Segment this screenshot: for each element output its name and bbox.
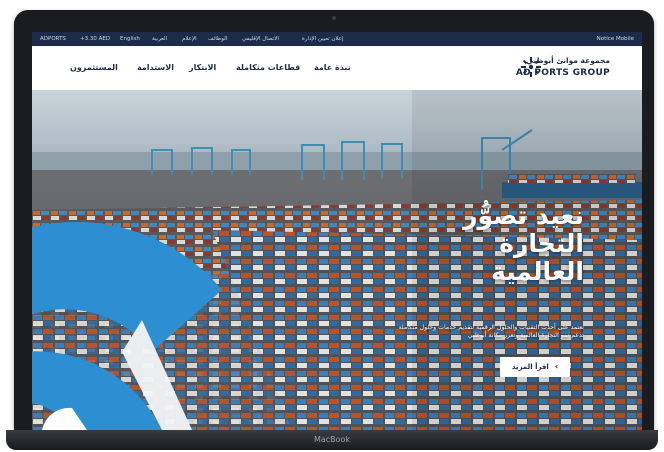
laptop-chin: MacBook <box>6 430 658 450</box>
site-header: نبذة عامة قطاعات متكاملة الابتكار الاستد… <box>32 46 642 90</box>
utility-right-label[interactable]: Notice Mobile <box>597 32 634 46</box>
camera-dot <box>332 16 336 20</box>
utility-share-price: +3.30 AED <box>80 36 111 42</box>
device-label: MacBook <box>313 435 351 444</box>
nav-item-investors[interactable]: المستثمرون <box>70 60 118 76</box>
hero-headline-line-1: نعيد تصوُّر <box>463 201 584 230</box>
utility-link-contact[interactable]: الاتصال الإقليمي <box>242 32 279 46</box>
laptop-screen: ADPORTS +3.30 AED English العربية الإعلا… <box>32 32 642 430</box>
read-more-button[interactable]: اقرأ المزيد ‹ <box>500 357 570 377</box>
utility-bar: ADPORTS +3.30 AED English العربية الإعلا… <box>32 32 642 46</box>
hero-headline-line-3: العالمية <box>491 257 584 286</box>
hero-headline-line-2: التجارة <box>499 229 584 258</box>
utility-lang-english[interactable]: English <box>120 32 140 46</box>
utility-lang-arabic[interactable]: العربية <box>152 32 167 46</box>
logo-text-english: AD PORTS GROUP <box>515 68 610 78</box>
logo-text-arabic: مجموعة موانئ أبوظبي <box>525 56 610 65</box>
laptop-bezel: ADPORTS +3.30 AED English العربية الإعلا… <box>14 10 654 430</box>
utility-link-careers[interactable]: الوظائف <box>208 32 227 46</box>
nav-item-sectors[interactable]: قطاعات متكاملة <box>236 60 300 76</box>
utility-link-adports[interactable]: ADPORTS <box>40 32 66 46</box>
hero-section: نعيد تصوُّر التجارة العالمية نعتمد على أ… <box>32 90 642 430</box>
chevron-left-icon: ‹ <box>554 362 559 371</box>
nav-item-about[interactable]: نبذة عامة <box>314 60 351 76</box>
read-more-label: اقرأ المزيد <box>511 363 549 371</box>
hero-subtitle: نعتمد على أحدث التقنيات والحلول الرقمية … <box>398 324 584 339</box>
nav-item-sustainability[interactable]: الاستدامة <box>137 60 174 76</box>
nav-item-innovation[interactable]: الابتكار <box>189 60 216 76</box>
utility-link-notice[interactable]: إعلان تعيين الإدارة <box>302 32 344 46</box>
utility-link-media[interactable]: الإعلام <box>182 32 197 46</box>
